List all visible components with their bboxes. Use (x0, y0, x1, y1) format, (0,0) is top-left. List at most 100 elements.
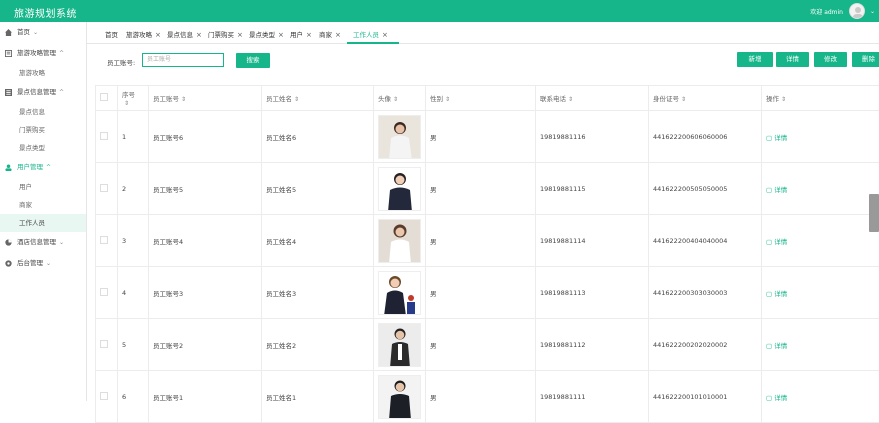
sort-icon[interactable]: ⇕ (781, 96, 786, 103)
detail-link[interactable]: ▢ 详情 (766, 290, 787, 298)
cell-phone: 19819881114 (536, 215, 649, 267)
scrollbar-thumb[interactable] (869, 194, 879, 232)
tab-staff[interactable]: 工作人员× (353, 29, 388, 39)
row-checkbox[interactable] (100, 288, 108, 296)
cell-account: 员工账号3 (149, 267, 262, 319)
row-select-cell[interactable] (96, 267, 118, 319)
cell-actions: ▢ 详情 (762, 371, 879, 423)
close-icon[interactable]: × (278, 31, 284, 39)
sidebar-subitem-staff[interactable]: 工作人员 (0, 214, 86, 232)
row-select-cell[interactable] (96, 215, 118, 267)
tab-travel-guide[interactable]: 旅游攻略× (126, 29, 161, 39)
sort-icon[interactable]: ⇕ (681, 96, 686, 103)
sidebar-subitem-scenic-info[interactable]: 景点信息 (0, 103, 86, 121)
app-title: 旅游规划系统 (14, 5, 77, 20)
close-icon[interactable]: × (335, 31, 341, 39)
sort-icon[interactable]: ⇕ (294, 96, 299, 103)
sort-icon[interactable]: ⇕ (445, 96, 450, 103)
detail-link[interactable]: ▢ 详情 (766, 238, 787, 246)
column-header-phone[interactable]: 联系电话⇕ (536, 86, 649, 111)
close-icon[interactable]: × (306, 31, 312, 39)
avatar[interactable] (849, 3, 865, 19)
tab-home[interactable]: 首页 (105, 29, 118, 39)
row-select-cell[interactable] (96, 371, 118, 423)
cell-phone: 19819881113 (536, 267, 649, 319)
table-row[interactable]: 1 员工账号6 员工姓名6 男 19819881116 441622200606… (96, 111, 879, 163)
select-all-cell[interactable] (96, 86, 118, 111)
table-row[interactable]: 4 员工账号3 员工姓名3 男 19819881113 441622200303… (96, 267, 879, 319)
sort-icon[interactable]: ⇕ (124, 100, 129, 107)
cell-gender: 男 (426, 215, 536, 267)
row-checkbox[interactable] (100, 340, 108, 348)
row-checkbox[interactable] (100, 236, 108, 244)
cell-actions: ▢ 详情 (762, 319, 879, 371)
search-input[interactable] (142, 53, 224, 67)
cell-no: 6 (118, 371, 149, 423)
column-header-account[interactable]: 员工账号⇕ (149, 86, 262, 111)
detail-link[interactable]: ▢ 详情 (766, 186, 787, 194)
table-row[interactable]: 3 员工账号4 员工姓名4 男 19819881114 441622200404… (96, 215, 879, 267)
sidebar-subitem-ticket[interactable]: 门票购买 (0, 121, 86, 139)
close-icon[interactable]: × (237, 31, 243, 39)
row-select-cell[interactable] (96, 163, 118, 215)
cell-phone: 19819881112 (536, 319, 649, 371)
tab-label: 景点类型 (249, 31, 275, 39)
sidebar-subitem-scenic-type[interactable]: 景点类型 (0, 139, 86, 157)
row-checkbox[interactable] (100, 132, 108, 140)
edit-doc-icon: ▢ (766, 290, 772, 298)
edit-button[interactable]: 修改 (814, 52, 847, 67)
detail-link[interactable]: ▢ 详情 (766, 394, 787, 402)
chevron-down-icon[interactable]: ⌄ (870, 8, 875, 15)
detail-link[interactable]: ▢ 详情 (766, 342, 787, 350)
table-row[interactable]: 5 员工账号2 员工姓名2 男 19819881112 441622200202… (96, 319, 879, 371)
row-select-cell[interactable] (96, 319, 118, 371)
detail-button[interactable]: 详情 (776, 52, 809, 67)
sidebar-item-admin-mgmt[interactable]: 后台管理⌄ (0, 253, 86, 274)
column-header-id-card[interactable]: 身份证号⇕ (649, 86, 762, 111)
table-row[interactable]: 2 员工账号5 员工姓名5 男 19819881115 441622200505… (96, 163, 879, 215)
sidebar-subitem-merchant[interactable]: 商家 (0, 196, 86, 214)
column-header-no[interactable]: 序号⇕ (118, 86, 149, 111)
tab-label: 景点信息 (167, 31, 193, 39)
close-icon[interactable]: × (382, 31, 388, 39)
column-header-gender[interactable]: 性别⇕ (426, 86, 536, 111)
sidebar: 首页⌄ 旅游攻略管理^ 旅游攻略 景点信息管理^ 景点信息 门票购买 景点类型 … (0, 22, 87, 401)
table-row[interactable]: 6 员工账号1 员工姓名1 男 19819881111 441622200101… (96, 371, 879, 423)
row-checkbox[interactable] (100, 184, 108, 192)
sidebar-item-hotel-mgmt[interactable]: 酒店信息管理⌄ (0, 232, 86, 253)
edit-doc-icon: ▢ (766, 238, 772, 246)
detail-link[interactable]: ▢ 详情 (766, 134, 787, 142)
close-icon[interactable]: × (155, 31, 161, 39)
sidebar-item-travel-guide-mgmt[interactable]: 旅游攻略管理^ (0, 43, 86, 64)
tab-ticket[interactable]: 门票购买× (208, 29, 243, 39)
home-icon (5, 29, 12, 36)
column-header-name[interactable]: 员工姓名⇕ (262, 86, 374, 111)
tab-scenic-type[interactable]: 景点类型× (249, 29, 284, 39)
header-label: 序号 (122, 91, 135, 99)
add-button[interactable]: 新增 (737, 52, 773, 67)
sidebar-item-home[interactable]: 首页⌄ (0, 22, 86, 43)
sort-icon[interactable]: ⇕ (393, 96, 398, 103)
staff-photo (378, 219, 421, 263)
tab-user[interactable]: 用户× (290, 29, 312, 39)
sidebar-item-scenic-mgmt[interactable]: 景点信息管理^ (0, 82, 86, 103)
select-all-checkbox[interactable] (100, 93, 108, 101)
tab-scenic-info[interactable]: 景点信息× (167, 29, 202, 39)
sidebar-subitem-user[interactable]: 用户 (0, 178, 86, 196)
search-button[interactable]: 搜索 (236, 53, 270, 68)
header-label: 联系电话 (540, 95, 566, 103)
row-select-cell[interactable] (96, 111, 118, 163)
tab-merchant[interactable]: 商家× (319, 29, 341, 39)
cell-no: 3 (118, 215, 149, 267)
column-header-avatar[interactable]: 头像⇕ (374, 86, 426, 111)
sort-icon[interactable]: ⇕ (181, 96, 186, 103)
cell-name: 员工姓名4 (262, 215, 374, 267)
cell-account: 员工账号4 (149, 215, 262, 267)
row-checkbox[interactable] (100, 392, 108, 400)
sidebar-item-user-mgmt[interactable]: 用户管理^ (0, 157, 86, 178)
delete-button[interactable]: 删除 (852, 52, 879, 67)
sort-icon[interactable]: ⇕ (568, 96, 573, 103)
sidebar-subitem-travel-guide[interactable]: 旅游攻略 (0, 64, 86, 82)
sidebar-item-label: 首页 (17, 28, 30, 36)
close-icon[interactable]: × (196, 31, 202, 39)
